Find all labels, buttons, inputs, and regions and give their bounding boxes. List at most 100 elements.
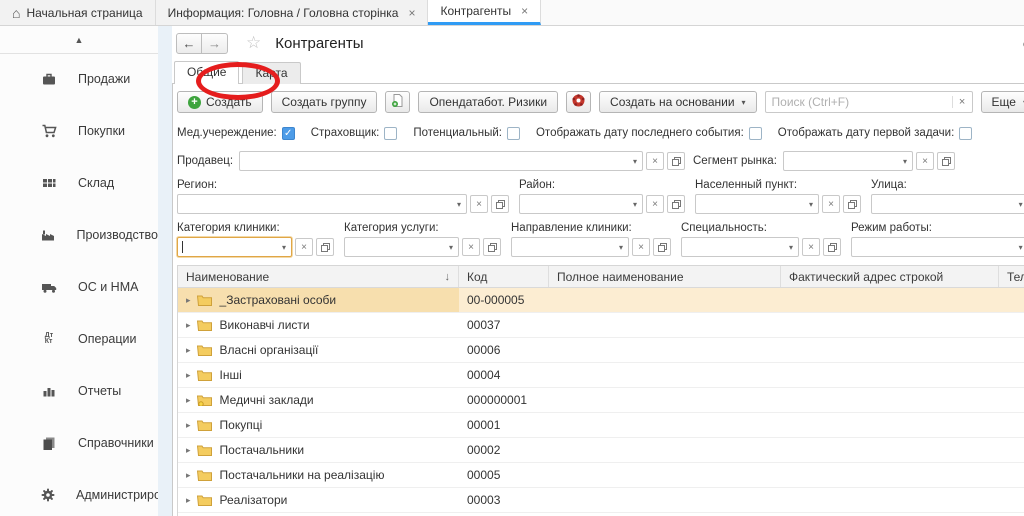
clinic-category-field[interactable]: ▾: [177, 237, 292, 257]
expand-icon[interactable]: ▸: [186, 395, 191, 406]
expand-icon[interactable]: ▸: [186, 470, 191, 481]
sidebar-item-operations[interactable]: ДтКт Операции: [0, 328, 158, 350]
dropdown-arrow-icon[interactable]: ▾: [614, 243, 628, 252]
open-field-button[interactable]: [653, 238, 671, 256]
district-field[interactable]: ▾: [519, 194, 643, 214]
dropdown-arrow-icon[interactable]: ▾: [444, 243, 458, 252]
checkbox-insurer[interactable]: Страховщик:: [311, 127, 398, 140]
table-row[interactable]: ▸Постачальники на реалізацію 00005: [178, 463, 1024, 488]
more-button[interactable]: Еще▾: [981, 91, 1024, 113]
open-field-button[interactable]: [843, 195, 861, 213]
dropdown-arrow-icon[interactable]: ▾: [804, 200, 818, 209]
sidebar-item-catalogs[interactable]: Справочники: [0, 432, 158, 454]
checkbox-icon[interactable]: [507, 127, 520, 140]
sidebar-item-warehouse[interactable]: Склад: [0, 172, 158, 194]
close-icon[interactable]: ×: [521, 4, 528, 18]
create-group-button[interactable]: Создать группу: [271, 91, 378, 113]
tab-kontragenty[interactable]: Контрагенты ×: [428, 0, 541, 25]
checkbox-med-institution[interactable]: Мед.учереждение: ✓: [177, 127, 295, 140]
expand-icon[interactable]: ▸: [186, 420, 191, 431]
clear-field-button[interactable]: ×: [462, 238, 480, 256]
tab-map[interactable]: Карта: [242, 62, 300, 84]
table-row[interactable]: ▸_Застраховані особи 00-000005: [178, 288, 1024, 313]
dropdown-arrow-icon[interactable]: ▾: [898, 157, 912, 166]
column-address[interactable]: Фактический адрес строкой: [781, 266, 999, 287]
tab-general[interactable]: Общие: [174, 61, 239, 84]
sidebar-item-fixed-assets[interactable]: ОС и НМА: [0, 276, 158, 298]
forward-button[interactable]: →: [202, 33, 228, 54]
sidebar-item-administration[interactable]: Администрирование: [0, 484, 158, 506]
column-full-name[interactable]: Полное наименование: [549, 266, 781, 287]
expand-icon[interactable]: ▸: [186, 370, 191, 381]
clinic-direction-field[interactable]: ▾: [511, 237, 629, 257]
create-button[interactable]: + Создать: [177, 91, 263, 113]
clear-field-button[interactable]: ×: [646, 152, 664, 170]
specialty-field[interactable]: ▾: [681, 237, 799, 257]
checkbox-first-task-date[interactable]: Отображать дату первой задачи:: [778, 127, 973, 140]
region-field[interactable]: ▾: [177, 194, 467, 214]
expand-icon[interactable]: ▸: [186, 295, 191, 306]
table-row[interactable]: ▸Виконавчі листи 00037: [178, 313, 1024, 338]
seller-field[interactable]: ▾: [239, 151, 643, 171]
sidebar-item-reports[interactable]: Отчеты: [0, 380, 158, 402]
open-field-button[interactable]: [316, 238, 334, 256]
column-name[interactable]: Наименование ↓: [178, 266, 459, 287]
clear-field-button[interactable]: ×: [632, 238, 650, 256]
opendatabot-button[interactable]: Опендатабот. Ризики: [418, 91, 558, 113]
checkbox-potential[interactable]: Потенциальный:: [413, 127, 520, 140]
checkbox-icon[interactable]: [959, 127, 972, 140]
favorite-star-icon[interactable]: ☆: [246, 33, 261, 53]
clear-field-button[interactable]: ×: [802, 238, 820, 256]
table-row[interactable]: ▸Реалізатори 00003: [178, 488, 1024, 513]
table-row[interactable]: ▸Покупці 00001: [178, 413, 1024, 438]
clear-field-button[interactable]: ×: [646, 195, 664, 213]
clear-field-button[interactable]: ×: [295, 238, 313, 256]
table-row[interactable]: ▸Постачальники 00002: [178, 438, 1024, 463]
table-row[interactable]: ▸Інші 00004: [178, 363, 1024, 388]
close-icon[interactable]: ×: [408, 6, 415, 20]
settlement-field[interactable]: ▾: [695, 194, 819, 214]
expand-icon[interactable]: ▸: [186, 345, 191, 356]
expand-icon[interactable]: ▸: [186, 445, 191, 456]
open-field-button[interactable]: [491, 195, 509, 213]
sort-descending-icon[interactable]: ↓: [445, 271, 451, 283]
new-document-button[interactable]: [385, 91, 410, 113]
opendatabot-icon-button[interactable]: [566, 91, 591, 113]
back-button[interactable]: ←: [176, 33, 202, 54]
dropdown-arrow-icon[interactable]: ▾: [628, 157, 642, 166]
dropdown-arrow-icon[interactable]: ▾: [628, 200, 642, 209]
table-row[interactable]: ▸Власні організації 00006: [178, 338, 1024, 363]
open-field-button[interactable]: [667, 152, 685, 170]
expand-icon[interactable]: ▸: [186, 495, 191, 506]
dropdown-arrow-icon[interactable]: ▾: [277, 243, 291, 252]
collapse-panel-button[interactable]: ▲: [0, 26, 158, 54]
sidebar-item-purchases[interactable]: Покупки: [0, 120, 158, 142]
work-mode-field[interactable]: ▾: [851, 237, 1024, 257]
sidebar-item-sales[interactable]: Продажи: [0, 68, 158, 90]
column-code[interactable]: Код: [459, 266, 549, 287]
dropdown-arrow-icon[interactable]: ▾: [1014, 200, 1024, 209]
tab-information[interactable]: Информация: Головна / Головна сторінка ×: [156, 0, 429, 25]
clear-search-icon[interactable]: ×: [952, 96, 972, 108]
open-field-button[interactable]: [823, 238, 841, 256]
dropdown-arrow-icon[interactable]: ▾: [452, 200, 466, 209]
checkbox-icon[interactable]: [384, 127, 397, 140]
service-category-field[interactable]: ▾: [344, 237, 459, 257]
clear-field-button[interactable]: ×: [916, 152, 934, 170]
create-based-on-button[interactable]: Создать на основании▾: [599, 91, 757, 113]
table-row[interactable]: ▸Медичні заклади 000000001: [178, 388, 1024, 413]
open-field-button[interactable]: [937, 152, 955, 170]
checkbox-checked-icon[interactable]: ✓: [282, 127, 295, 140]
tab-home-page[interactable]: ⌂ Начальная страница: [0, 0, 156, 25]
street-field[interactable]: ▾: [871, 194, 1024, 214]
open-field-button[interactable]: [483, 238, 501, 256]
expand-icon[interactable]: ▸: [186, 320, 191, 331]
clear-field-button[interactable]: ×: [822, 195, 840, 213]
checkbox-last-event-date[interactable]: Отображать дату последнего события:: [536, 127, 762, 140]
market-segment-field[interactable]: ▾: [783, 151, 913, 171]
sidebar-item-production[interactable]: Производство: [0, 224, 158, 246]
search-input[interactable]: [766, 95, 952, 109]
dropdown-arrow-icon[interactable]: ▾: [784, 243, 798, 252]
dropdown-arrow-icon[interactable]: ▾: [1014, 243, 1024, 252]
clear-field-button[interactable]: ×: [470, 195, 488, 213]
